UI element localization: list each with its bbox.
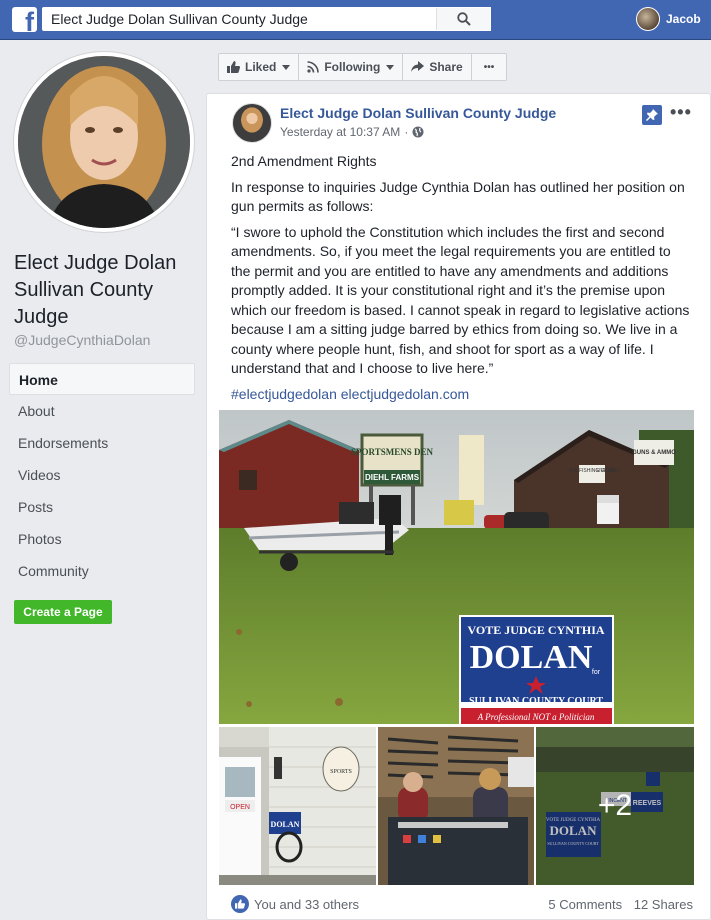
liked-button[interactable]: Liked (218, 53, 300, 81)
more-options-button[interactable]: ••• (470, 53, 508, 81)
nav-item-community[interactable]: Community (9, 555, 195, 587)
page-username[interactable]: @JudgeCynthiaDolan (14, 332, 150, 348)
following-button[interactable]: Following (298, 53, 404, 81)
thumbs-up-icon (227, 61, 240, 73)
sign-line-4: SULLIVAN COUNTY COURT (469, 696, 603, 707)
post-links: #electjudgedolan electjudgedolan.com (231, 385, 693, 405)
post-photo-main[interactable]: SPORTSMENS DEN DIEHL FARMS ICE FISHING G… (219, 410, 694, 724)
post-body: 2nd Amendment Rights In response to inqu… (231, 152, 693, 410)
post-photo-4[interactable]: VOTE JUDGE CYNTHIA DOLAN SULLIVAN COUNTY… (536, 727, 694, 885)
search-icon (456, 12, 471, 26)
barn-sign-2: GUNS & AMMO (632, 450, 676, 456)
chevron-down-icon (282, 64, 291, 70)
post-author-avatar[interactable] (232, 103, 272, 143)
like-reaction-icon (231, 895, 249, 913)
search-input[interactable] (43, 8, 443, 30)
nav-item-home[interactable]: Home (9, 363, 195, 395)
top-bar: f Jacob (0, 0, 711, 40)
post-photo-3[interactable] (378, 727, 534, 885)
post-footer: You and 33 others 5 Comments 12 Shares (231, 892, 693, 916)
sign-line-1: VOTE JUDGE CYNTHIA (467, 623, 604, 637)
store-sign-text: SPORTSMENS DEN (351, 447, 433, 457)
open-sign-text: OPEN (230, 804, 250, 811)
share-arrow-icon (411, 61, 425, 72)
user-profile-link[interactable]: Jacob (636, 7, 701, 31)
search-button[interactable] (436, 8, 490, 30)
post-card: Elect Judge Dolan Sullivan County Judge … (206, 93, 711, 920)
post-meta: Yesterday at 10:37 AM · (280, 125, 424, 139)
nav-item-videos[interactable]: Videos (9, 459, 195, 491)
post-timestamp[interactable]: Yesterday at 10:37 AM (280, 125, 400, 139)
share-label: Share (429, 60, 463, 74)
facebook-logo-icon[interactable]: f (12, 7, 37, 32)
small-sign-text: DOLAN (271, 820, 300, 829)
liked-label: Liked (245, 60, 277, 74)
post-title: 2nd Amendment Rights (231, 153, 377, 169)
sign-line-5: A Professional NOT a Politician (477, 712, 595, 722)
post-options-icon[interactable]: ••• (670, 102, 692, 123)
page-action-bar: Liked Following Share ••• (218, 53, 508, 81)
plaque-text: SPORTS (330, 769, 352, 775)
post-quote: “I swore to uphold the Constitution whic… (231, 223, 690, 377)
barn-sign-3: LIVE BAIT (596, 468, 619, 474)
comment-count[interactable]: 5 Comments (548, 897, 622, 912)
share-count[interactable]: 12 Shares (634, 897, 693, 912)
share-button[interactable]: Share (402, 53, 472, 81)
meta-separator: · (404, 125, 409, 139)
nav-item-posts[interactable]: Posts (9, 491, 195, 523)
pinned-post-icon (642, 105, 662, 125)
sign-line-3: for (592, 669, 601, 676)
search-box (42, 7, 491, 31)
rss-icon (307, 61, 320, 73)
store-sub-sign-text: DIEHL FARMS (365, 473, 420, 482)
website-link[interactable]: electjudgedolan.com (341, 386, 469, 402)
nav-item-about[interactable]: About (9, 395, 195, 427)
post-photo-2[interactable]: OPEN SPORTS DOLAN (219, 727, 376, 885)
profile-photo (18, 56, 190, 228)
reaction-count[interactable]: You and 33 others (254, 897, 359, 912)
left-sidebar: Elect Judge Dolan Sullivan County Judge … (0, 40, 207, 920)
page-nav: Home About Endorsements Videos Posts Pho… (9, 363, 195, 587)
user-avatar (636, 7, 660, 31)
globe-icon (412, 126, 424, 138)
create-page-button[interactable]: Create a Page (14, 600, 112, 624)
page-title: Elect Judge Dolan Sullivan County Judge (14, 252, 177, 328)
hashtag-link[interactable]: #electjudgedolan (231, 386, 337, 402)
post-stats: 5 Comments 12 Shares (540, 897, 693, 912)
post-author-name[interactable]: Elect Judge Dolan Sullivan County Judge (280, 105, 556, 121)
page-profile-picture[interactable] (14, 52, 194, 232)
nav-item-photos[interactable]: Photos (9, 523, 195, 555)
more-photos-overlay[interactable]: +2 (536, 727, 694, 885)
nav-item-endorsements[interactable]: Endorsements (9, 427, 195, 459)
user-name: Jacob (666, 12, 701, 26)
post-intro: In response to inquiries Judge Cynthia D… (231, 178, 685, 215)
sign-line-2: DOLAN (470, 639, 593, 676)
chevron-down-icon (386, 64, 395, 70)
following-label: Following (324, 60, 381, 74)
more-dots-icon: ••• (483, 61, 495, 73)
